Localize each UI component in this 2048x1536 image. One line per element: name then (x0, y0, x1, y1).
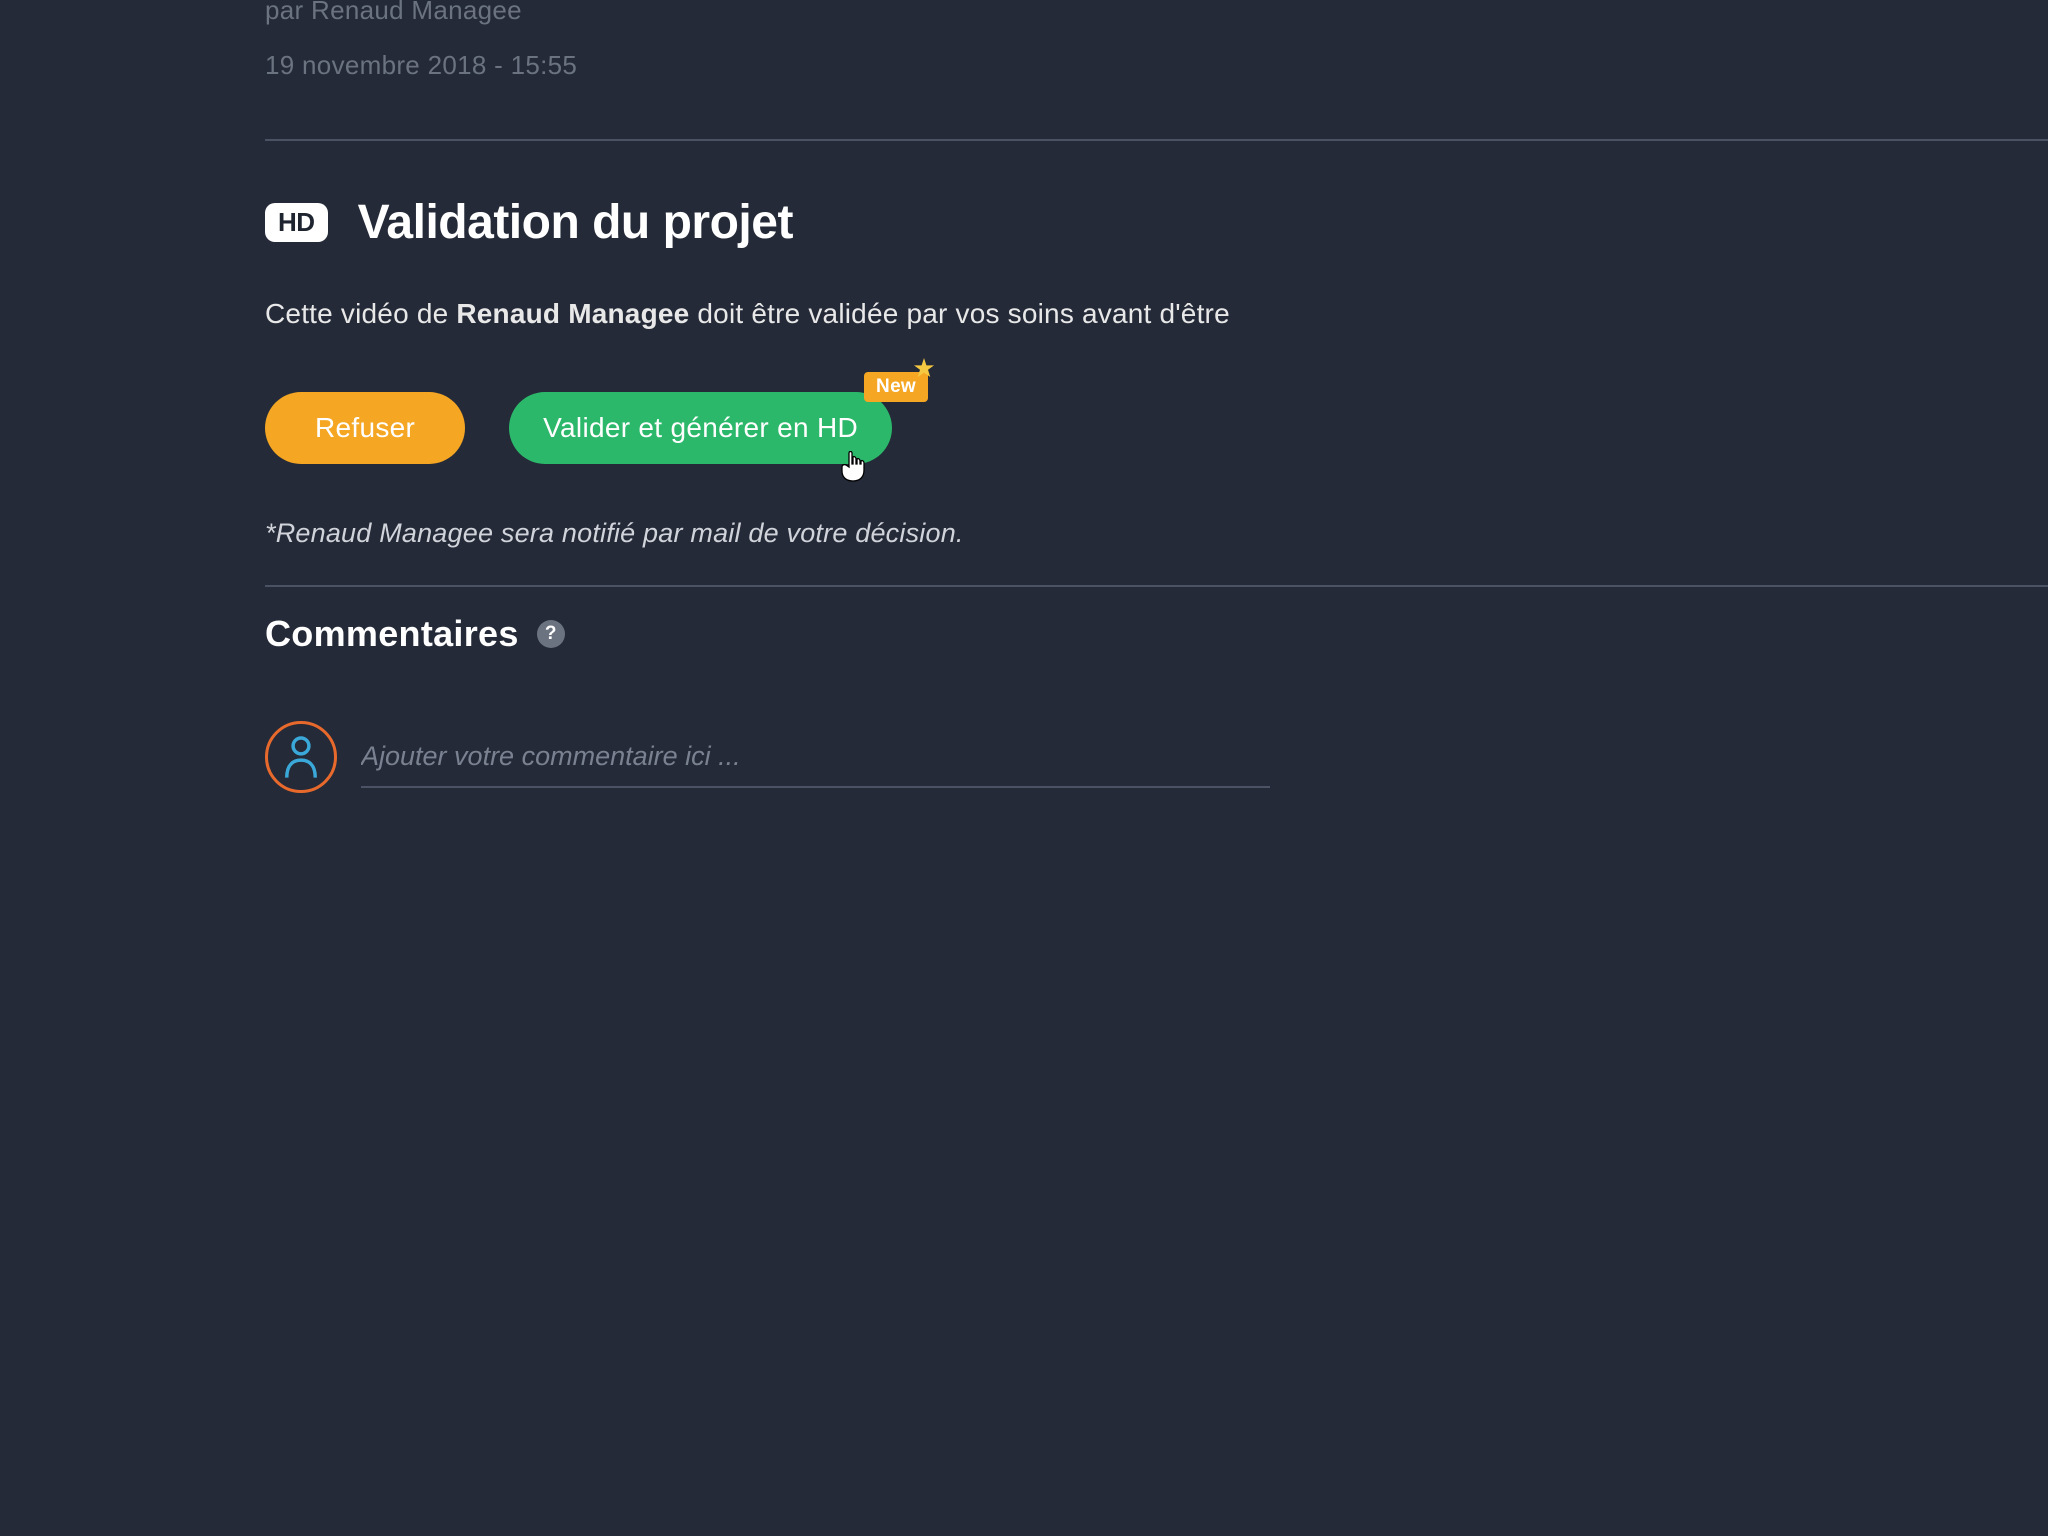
author-name: Renaud Managee (311, 0, 522, 25)
comments-title: Commentaires (265, 613, 519, 655)
validate-label: Valider et générer en HD (543, 412, 858, 443)
description-suffix: doit être validée par vos soins avant d'… (689, 298, 1229, 329)
refuse-button[interactable]: Refuser (265, 392, 465, 464)
notification-note: *Renaud Managee sera notifié par mail de… (265, 518, 1270, 549)
validation-header: HD Validation du projet (265, 195, 1270, 250)
new-badge: New (864, 372, 928, 402)
description-author: Renaud Managee (456, 298, 689, 329)
comment-input[interactable] (361, 727, 1270, 788)
person-icon (282, 734, 320, 780)
description-prefix: Cette vidéo de (265, 298, 456, 329)
hd-badge: HD (265, 203, 328, 242)
validation-title: Validation du projet (358, 195, 793, 250)
comment-input-row (265, 721, 1270, 793)
star-icon (912, 356, 936, 380)
action-buttons: Refuser Valider et générer en HD New (265, 392, 1270, 464)
user-avatar (265, 721, 337, 793)
author-line: par Renaud Managee (265, 0, 1270, 26)
comments-header: Commentaires ? (265, 613, 1270, 655)
validation-description: Cette vidéo de Renaud Managee doit être … (265, 298, 1270, 330)
help-icon[interactable]: ? (537, 620, 565, 648)
comments-divider (265, 585, 2048, 587)
validate-button[interactable]: Valider et générer en HD New (509, 392, 892, 464)
timestamp: 19 novembre 2018 - 15:55 (265, 50, 1270, 81)
section-divider (265, 139, 2048, 141)
author-prefix: par (265, 0, 311, 25)
